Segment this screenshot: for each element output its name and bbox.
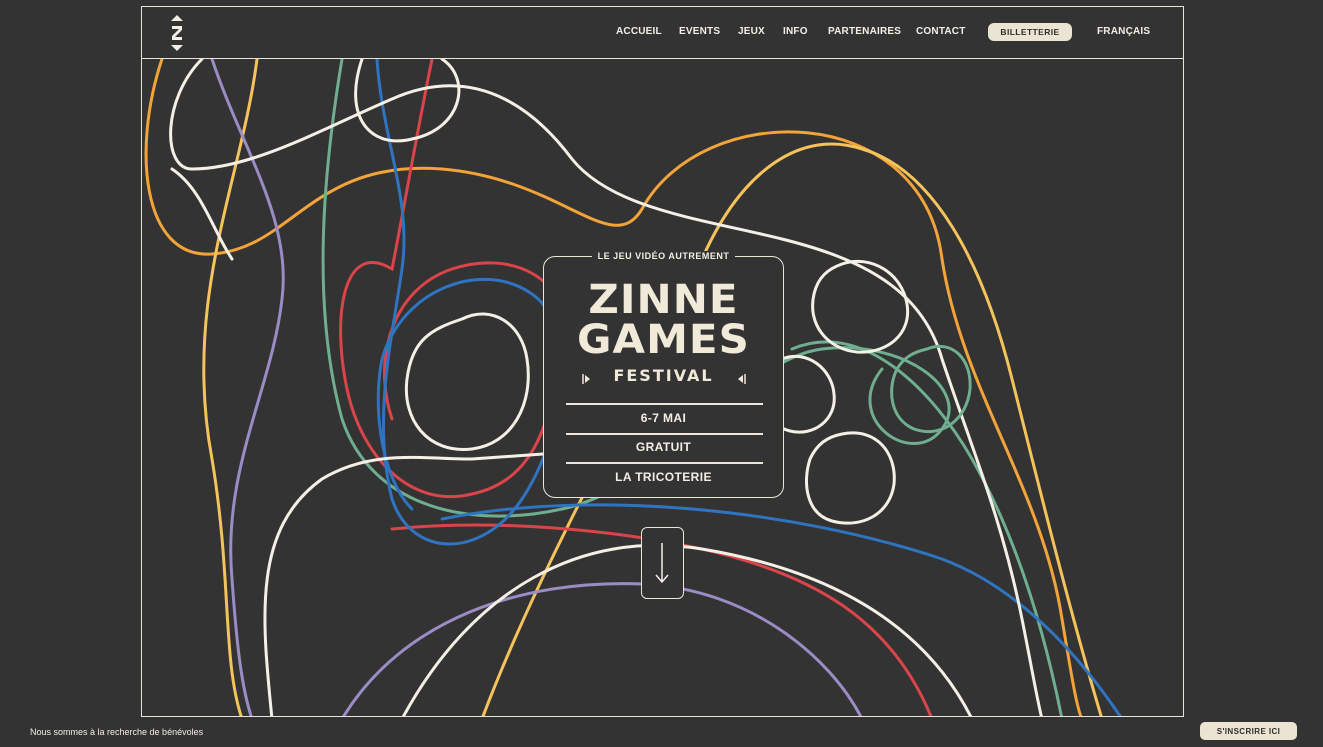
festival-title-line-2: GAMES <box>577 317 750 363</box>
nav-link-info[interactable]: INFO <box>783 26 808 37</box>
triangle-right-icon <box>738 374 746 384</box>
festival-title-line-1: ZINNE <box>588 277 739 323</box>
hero-tagline: LE JEU VIDÉO AUTREMENT <box>550 251 777 261</box>
volunteer-banner: Nous sommes à la recherche de bénévoles … <box>0 717 1323 747</box>
card-divider <box>566 462 763 464</box>
nav-link-partenaires[interactable]: PARTENAIRES <box>828 26 901 37</box>
festival-dates: 6-7 MAI <box>640 411 687 425</box>
language-selector[interactable]: FRANÇAIS <box>1097 26 1150 37</box>
signup-button[interactable]: S'INSCRIRE ICI <box>1200 722 1297 740</box>
nav-link-jeux[interactable]: JEUX <box>738 26 765 37</box>
festival-subtitle: FESTIVAL <box>613 366 714 385</box>
card-divider <box>566 403 763 405</box>
scroll-down-button[interactable] <box>641 527 684 599</box>
volunteer-message: Nous sommes à la recherche de bénévoles <box>30 727 204 737</box>
nav-link-contact[interactable]: CONTACT <box>916 26 966 37</box>
hero-tagline-text: LE JEU VIDÉO AUTREMENT <box>591 251 736 261</box>
festival-venue: LA TRICOTERIE <box>615 470 712 484</box>
arrow-down-icon <box>655 543 669 584</box>
festival-price: GRATUIT <box>635 440 692 454</box>
card-divider <box>566 433 763 435</box>
nav-link-accueil[interactable]: ACCUEIL <box>616 26 662 37</box>
festival-info-card: ZINNE GAMES FESTIVAL 6-7 MAI GRATUIT LA … <box>543 256 784 498</box>
nav-link-events[interactable]: EVENTS <box>679 26 720 37</box>
ticket-button[interactable]: BILLETTERIE <box>988 23 1072 41</box>
page-frame: ACCUEIL EVENTS JEUX INFO PARTENAIRES CON… <box>141 6 1184 717</box>
top-navigation-bar: ACCUEIL EVENTS JEUX INFO PARTENAIRES CON… <box>142 7 1183 59</box>
